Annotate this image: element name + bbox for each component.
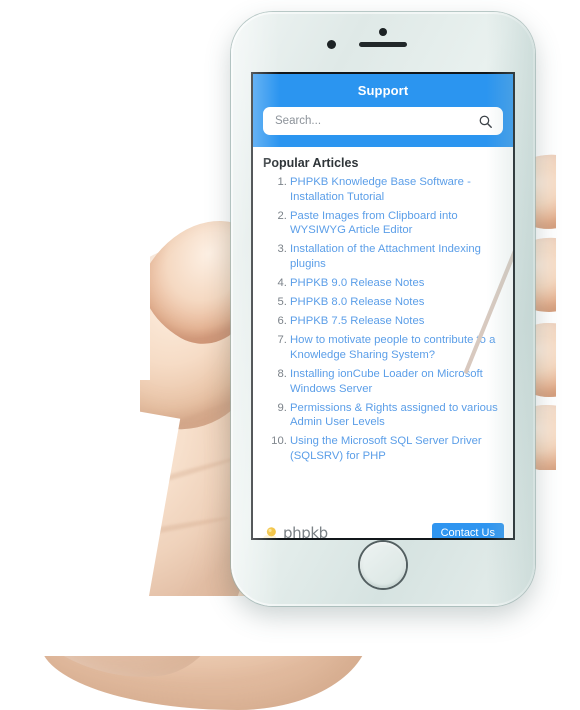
palm-crease (62, 455, 238, 511)
palm-crease (55, 514, 230, 552)
phone-screen: Support Popular Articles PHPKB Knowledge (253, 74, 513, 538)
article-link[interactable]: PHPKB 9.0 Release Notes (290, 277, 424, 289)
brand-name: phpkb (283, 524, 328, 538)
popular-articles-list: PHPKB Knowledge Base Software - Installa… (263, 175, 501, 464)
phpkb-logo-icon (263, 526, 276, 538)
article-link[interactable]: Using the Microsoft SQL Server Driver (S… (290, 435, 482, 462)
list-item[interactable]: PHPKB Knowledge Base Software - Installa… (290, 175, 501, 204)
article-link[interactable]: How to motivate people to contribute to … (290, 334, 495, 361)
proximity-sensor-icon (327, 40, 336, 49)
section-title: Popular Articles (263, 156, 359, 170)
list-item[interactable]: PHPKB 9.0 Release Notes (290, 276, 501, 291)
articles-panel: Popular Articles PHPKB Knowledge Base So… (253, 147, 513, 538)
list-item[interactable]: PHPKB 8.0 Release Notes (290, 295, 501, 310)
photo-cutout-mask (0, 0, 140, 650)
article-link[interactable]: Permissions & Rights assigned to various… (290, 402, 498, 429)
list-item[interactable]: Installation of the Attachment Indexing … (290, 242, 501, 271)
palm-crease (75, 398, 235, 468)
list-item[interactable]: Installing ionCube Loader on Microsoft W… (290, 367, 501, 396)
vertical-scrollbar[interactable] (463, 149, 513, 538)
contact-us-button[interactable]: Contact Us (431, 522, 504, 538)
article-link[interactable]: PHPKB 7.5 Release Notes (290, 315, 424, 327)
article-link[interactable]: PHPKB Knowledge Base Software - Installa… (290, 176, 471, 203)
search-icon[interactable] (478, 114, 493, 129)
list-item[interactable]: Permissions & Rights assigned to various… (290, 401, 501, 430)
article-link[interactable]: PHPKB 8.0 Release Notes (290, 296, 424, 308)
photo-cutout-mask (0, 0, 150, 380)
screenshot-stage: Support Popular Articles PHPKB Knowledge (0, 0, 580, 710)
screen-body: Popular Articles PHPKB Knowledge Base So… (253, 147, 513, 538)
earpiece-speaker-icon (359, 42, 407, 47)
app-header: Support (253, 74, 513, 147)
brand-logo: phpkb (262, 524, 328, 538)
photo-cutout-mask (556, 0, 580, 650)
page-title: Support (357, 83, 409, 98)
article-link[interactable]: Installation of the Attachment Indexing … (290, 243, 481, 270)
search-input[interactable] (273, 114, 478, 128)
list-item[interactable]: Paste Images from Clipboard into WYSIWYG… (290, 209, 501, 238)
app-footer: phpkb Contact Us (253, 516, 513, 538)
article-link[interactable]: Installing ionCube Loader on Microsoft W… (290, 368, 483, 395)
search-bar[interactable] (263, 107, 503, 135)
front-camera-icon (379, 28, 387, 36)
list-item[interactable]: PHPKB 7.5 Release Notes (290, 314, 501, 329)
phone-device: Support Popular Articles PHPKB Knowledge (231, 12, 535, 606)
photo-cutout-mask (59, 404, 181, 656)
photo-cutout-mask (0, 0, 236, 128)
list-item[interactable]: Using the Microsoft SQL Server Driver (S… (290, 434, 501, 463)
home-button[interactable] (360, 542, 406, 588)
article-link[interactable]: Paste Images from Clipboard into WYSIWYG… (290, 210, 458, 237)
